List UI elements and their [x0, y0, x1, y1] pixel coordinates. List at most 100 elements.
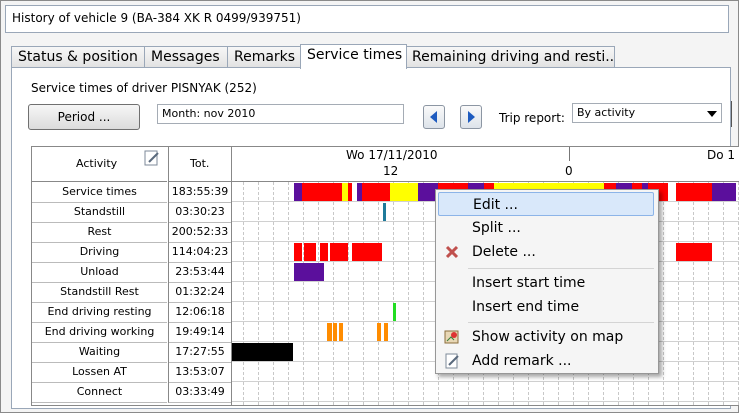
menu-item-show-on-map-label: Show activity on map: [472, 329, 624, 345]
activity-segment[interactable]: [304, 243, 316, 261]
tab-remaining-driving[interactable]: Remaining driving and resti...: [405, 46, 615, 67]
tab-service-times[interactable]: Service times: [300, 44, 407, 69]
menu-item-add-remark-label: Add remark ...: [472, 353, 572, 369]
hour-12-label: 12: [383, 164, 399, 178]
hour-gridline: [348, 182, 349, 405]
row-activity-name[interactable]: Unload: [32, 262, 167, 283]
activity-segment[interactable]: [327, 323, 332, 341]
row-activity-name[interactable]: Rest: [32, 222, 167, 243]
timeline-row-line: [232, 401, 739, 402]
row-activity-name[interactable]: Service times: [32, 182, 167, 203]
map-icon: [444, 330, 459, 344]
activity-segment[interactable]: [676, 243, 712, 261]
row-total: 13:53:07: [168, 362, 231, 383]
hour-gridline: [363, 182, 364, 405]
row-total: 12:06:18: [168, 302, 231, 323]
hour-gridline: [333, 182, 334, 405]
row-total: 03:33:49: [168, 382, 231, 403]
row-total: 23:53:44: [168, 262, 231, 283]
row-total: 19:49:14: [168, 322, 231, 343]
period-button[interactable]: Period ...: [28, 104, 140, 130]
activity-segment[interactable]: [330, 243, 348, 261]
row-activity-name[interactable]: Lossen AT: [32, 362, 167, 383]
date-right-label: Do 1: [707, 148, 736, 162]
activity-segment[interactable]: [339, 323, 343, 341]
driver-label: Service times of driver PISNYAK (252): [31, 81, 257, 95]
window-title: History of vehicle 9 (BA-384 XK R 0499/9…: [12, 11, 301, 25]
activity-segment[interactable]: [352, 243, 382, 261]
menu-item-split[interactable]: Split ...: [438, 216, 654, 240]
activity-segment[interactable]: [390, 183, 418, 201]
row-activity-name[interactable]: Waiting: [32, 342, 167, 363]
history-window: History of vehicle 9 (BA-384 XK R 0499/9…: [0, 0, 739, 413]
menu-separator: [468, 322, 654, 323]
row-activity-name[interactable]: Standstill Rest: [32, 282, 167, 303]
row-activity-name[interactable]: End driving resting: [32, 302, 167, 323]
activity-segment[interactable]: [294, 183, 302, 201]
menu-item-insert-start-time[interactable]: Insert start time: [438, 271, 654, 295]
row-total: 183:55:39: [168, 182, 231, 203]
hour-gridline: [663, 182, 664, 405]
row-activity-name[interactable]: Standstill: [32, 202, 167, 223]
row-total: 114:04:23: [168, 242, 231, 263]
activity-segment[interactable]: [384, 323, 388, 341]
hour-gridline: [273, 182, 274, 405]
hour-gridline: [408, 182, 409, 405]
activity-header: Activity: [32, 147, 167, 182]
activity-segment[interactable]: [676, 183, 712, 201]
menu-item-add-remark[interactable]: Add remark ...: [438, 349, 654, 373]
menu-item-show-on-map[interactable]: Show activity on map: [438, 325, 654, 349]
menu-separator: [468, 268, 654, 269]
activity-segment[interactable]: [320, 243, 328, 261]
activity-segment[interactable]: [232, 343, 293, 361]
menu-item-delete[interactable]: Delete ...: [438, 240, 654, 264]
tab-messages[interactable]: Messages: [144, 46, 228, 67]
row-total: 17:27:55: [168, 342, 231, 363]
total-header: Tot.: [168, 147, 231, 182]
menu-item-edit-label: Edit ...: [473, 197, 518, 213]
row-total: 01:32:24: [168, 282, 231, 303]
hour-gridline: [318, 182, 319, 405]
context-menu: Edit ... Split ... Delete ... Insert sta…: [435, 189, 659, 374]
arrow-left-icon: [430, 111, 437, 123]
activity-segment[interactable]: [348, 183, 352, 201]
activity-segment[interactable]: [294, 243, 302, 261]
trip-report-select[interactable]: By activity: [572, 103, 722, 123]
hour-gridline: [243, 182, 244, 405]
row-total: 03:30:23: [168, 202, 231, 223]
chevron-down-icon: [707, 111, 717, 117]
hour-gridline: [288, 182, 289, 405]
activity-segment[interactable]: [294, 263, 324, 281]
hour-0-label: 0: [565, 164, 573, 178]
menu-item-split-label: Split ...: [472, 220, 521, 236]
period-field[interactable]: Month: nov 2010: [157, 104, 404, 124]
activity-segment[interactable]: [377, 323, 381, 341]
tab-status-position[interactable]: Status & position: [11, 46, 145, 67]
row-total: 200:52:33: [168, 222, 231, 243]
edit-note-icon[interactable]: [144, 150, 160, 166]
menu-item-edit[interactable]: Edit ...: [438, 192, 654, 216]
activity-segment[interactable]: [383, 203, 386, 221]
row-activity-name[interactable]: Driving: [32, 242, 167, 263]
timeline-header: Wo 17/11/2010 Do 1 12 0: [231, 147, 739, 182]
row-activity-name[interactable]: Connect: [32, 382, 167, 403]
menu-item-insert-end-label: Insert end time: [472, 299, 580, 315]
trip-report-label: Trip report:: [499, 111, 565, 125]
next-period-button[interactable]: [460, 105, 482, 129]
activity-segment[interactable]: [712, 183, 736, 201]
activity-segment[interactable]: [362, 183, 390, 201]
row-activity-name[interactable]: End driving working: [32, 322, 167, 343]
tab-remarks[interactable]: Remarks: [227, 46, 307, 67]
panel-divider: [731, 101, 732, 127]
hour-gridline: [708, 182, 709, 405]
activity-segment[interactable]: [333, 323, 337, 341]
hour-gridline: [258, 182, 259, 405]
hour-gridline: [423, 182, 424, 405]
previous-period-button[interactable]: [423, 105, 445, 129]
delete-x-icon: [445, 245, 459, 259]
activity-segment[interactable]: [393, 303, 396, 321]
menu-item-delete-label: Delete ...: [472, 244, 536, 260]
activity-segment[interactable]: [302, 183, 347, 201]
midnight-tick: [569, 147, 570, 161]
menu-item-insert-end-time[interactable]: Insert end time: [438, 295, 654, 319]
